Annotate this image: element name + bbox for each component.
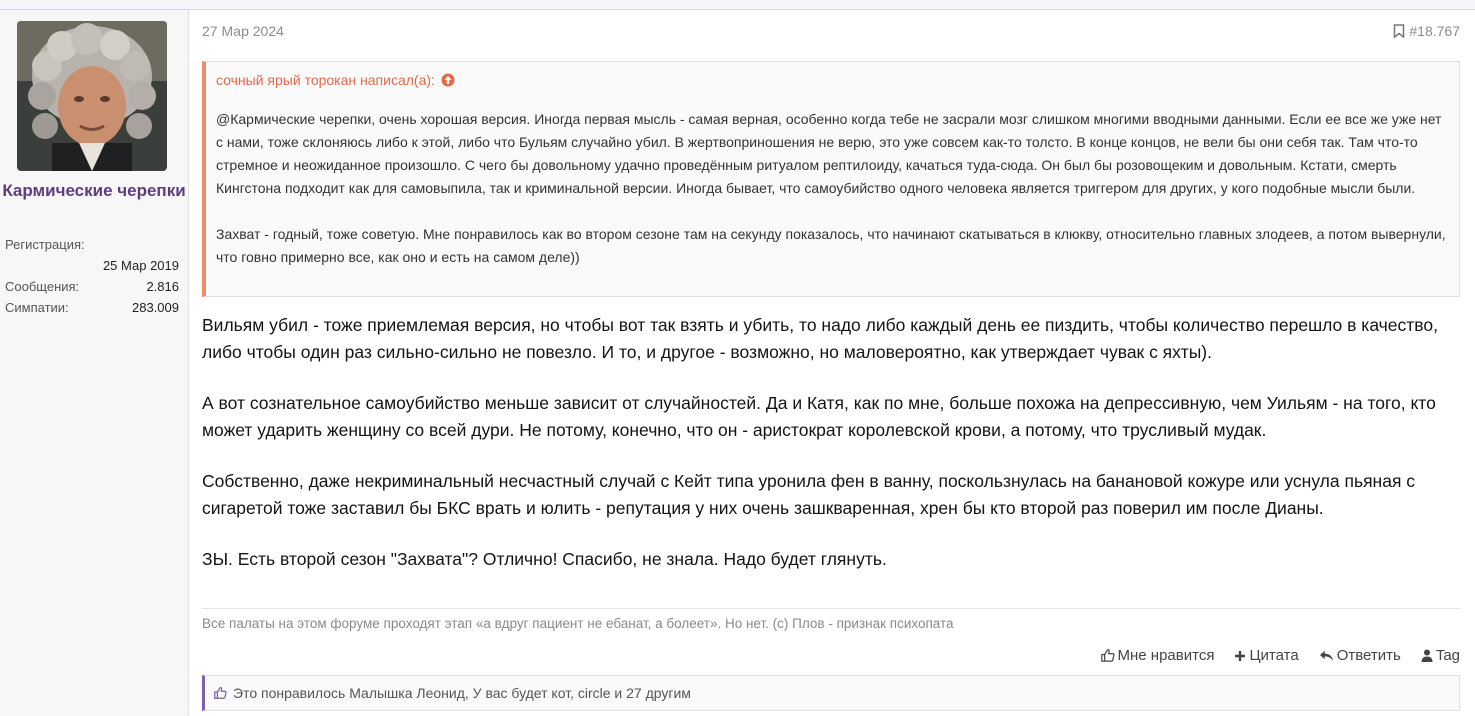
user-stats: Регистрация: 25 Мар 2019 Сообщения: 2.81… — [5, 234, 179, 318]
arrow-up-circle-icon[interactable] — [441, 73, 455, 87]
reply-label[interactable]: Ответить — [1337, 647, 1401, 664]
stat-messages: Сообщения: 2.816 — [5, 276, 179, 297]
quote-body: @Кармические черепки, очень хорошая верс… — [216, 108, 1446, 292]
tag-button[interactable]: Tag — [1421, 647, 1460, 664]
post-paragraph: А вот сознательное самоубийство меньше з… — [202, 393, 1436, 440]
post-number[interactable]: #18.767 — [1409, 23, 1460, 39]
post-permalink[interactable]: #18.767 — [1393, 23, 1460, 39]
top-border — [0, 0, 1475, 10]
reply-icon — [1319, 650, 1333, 662]
stat-likes: Симпатии: 283.009 — [5, 297, 179, 318]
thumbs-up-icon — [1100, 649, 1115, 662]
user-icon — [1421, 649, 1433, 662]
stat-registration-date: 25 Мар 2019 — [5, 255, 179, 276]
quote-block: сочный ярый торокан написал(а): @Кармиче… — [202, 61, 1460, 297]
stat-value: 2.816 — [146, 279, 179, 294]
stat-registration: Регистрация: — [5, 234, 179, 255]
quote-header[interactable]: сочный ярый торокан написал(а): — [216, 72, 455, 88]
stat-label: Симпатии: — [5, 300, 69, 315]
stat-label: Регистрация: — [5, 237, 85, 252]
forum-post: Кармические черепки Регистрация: 25 Мар … — [0, 10, 1470, 716]
plus-icon — [1235, 650, 1246, 661]
quote-button[interactable]: Цитата — [1234, 647, 1299, 664]
post-actions: Мне нравится Цитата Ответить Tag — [1100, 647, 1460, 664]
user-info-column: Кармические черепки Регистрация: 25 Мар … — [0, 10, 189, 716]
tag-label[interactable]: Tag — [1436, 647, 1460, 664]
stat-value: 283.009 — [132, 300, 179, 315]
like-label[interactable]: Мне нравится — [1118, 647, 1215, 664]
like-button[interactable]: Мне нравится — [1100, 647, 1215, 664]
post-paragraph: Собственно, даже некриминальный несчастн… — [202, 471, 1416, 518]
post-paragraph: ЗЫ. Есть второй сезон "Захвата"? Отлично… — [202, 549, 887, 569]
likes-text[interactable]: Это понравилось Малышка Леонид, У вас бу… — [233, 685, 691, 701]
post-content: Вильям убил - тоже приемлемая версия, но… — [202, 312, 1452, 598]
quote-author-label[interactable]: сочный ярый торокан написал(а): — [216, 72, 435, 88]
quote-label[interactable]: Цитата — [1249, 647, 1298, 664]
signature: Все палаты на этом форуме проходят этап … — [202, 616, 954, 631]
post-date[interactable]: 27 Мар 2024 — [202, 23, 284, 39]
reply-button[interactable]: Ответить — [1319, 647, 1401, 664]
stat-value: 25 Мар 2019 — [102, 258, 179, 273]
stat-label: Сообщения: — [5, 279, 80, 294]
likes-summary: Это понравилось Малышка Леонид, У вас бу… — [202, 675, 1460, 711]
username[interactable]: Кармические черепки — [0, 178, 188, 204]
quote-paragraph: @Кармические черепки, очень хорошая верс… — [216, 111, 1442, 196]
thumbs-up-icon — [214, 686, 227, 699]
post-paragraph: Вильям убил - тоже приемлемая версия, но… — [202, 315, 1438, 362]
bookmark-icon[interactable] — [1393, 24, 1405, 38]
quote-paragraph: Захват - годный, тоже советую. Мне понра… — [216, 226, 1446, 265]
avatar-image — [17, 21, 167, 171]
signature-divider — [202, 608, 1460, 609]
post-main: 27 Мар 2024 #18.767 сочный ярый торокан … — [202, 10, 1460, 716]
avatar[interactable] — [17, 21, 167, 171]
